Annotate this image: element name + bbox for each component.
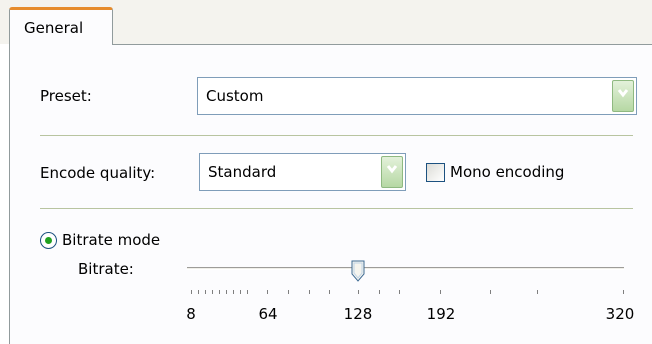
separator: [40, 208, 633, 209]
preset-dropdown[interactable]: Custom: [197, 77, 637, 115]
slider-tick: [247, 290, 248, 294]
slider-tick: [191, 290, 192, 294]
slider-tick: [198, 290, 199, 294]
preset-dropdown-button[interactable]: [612, 80, 634, 112]
bitrate-mode-label: Bitrate mode: [62, 231, 161, 249]
slider-tick-label: 320: [605, 305, 635, 323]
slider-tick: [329, 290, 330, 294]
tab-general[interactable]: General: [9, 7, 113, 45]
slider-tick: [240, 290, 241, 294]
slider-tick: [358, 290, 359, 294]
slider-tick: [219, 290, 220, 294]
encode-quality-value: Standard: [208, 163, 277, 181]
radio-selected-dot: [45, 237, 52, 244]
preset-value: Custom: [206, 87, 264, 105]
tab-general-label: General: [24, 19, 84, 37]
bitrate-slider-track[interactable]: [187, 267, 624, 270]
slider-tick: [309, 290, 310, 294]
encode-quality-dropdown[interactable]: Standard: [199, 153, 406, 191]
slider-tick: [490, 290, 491, 294]
slider-tick: [288, 290, 289, 294]
encode-quality-dropdown-button[interactable]: [381, 156, 403, 188]
slider-tick-label: 128: [343, 305, 373, 323]
slider-tick-label: 8: [186, 305, 196, 323]
slider-tick: [212, 290, 213, 294]
encode-quality-label: Encode quality:: [40, 164, 156, 182]
slider-tick: [226, 290, 227, 294]
slider-tick: [399, 290, 400, 294]
slider-tick: [440, 290, 441, 294]
bitrate-label: Bitrate:: [78, 260, 134, 278]
mono-encoding-label: Mono encoding: [450, 163, 565, 181]
slider-tick: [233, 290, 234, 294]
bitrate-slider-thumb[interactable]: [351, 260, 365, 282]
preset-label: Preset:: [40, 87, 92, 105]
slider-tick-label: 192: [426, 305, 456, 323]
chevron-down-icon: [386, 165, 398, 174]
separator: [40, 135, 633, 136]
mono-encoding-checkbox[interactable]: [426, 163, 445, 182]
chevron-down-icon: [617, 89, 629, 98]
slider-tick-label: 64: [258, 305, 278, 323]
slider-tick: [205, 290, 206, 294]
slider-tick: [379, 290, 380, 294]
bitrate-mode-radio[interactable]: [40, 232, 57, 249]
slider-tick: [267, 290, 268, 294]
tab-joint: [10, 43, 112, 46]
slider-tick: [537, 290, 538, 294]
slider-tick: [623, 290, 624, 294]
